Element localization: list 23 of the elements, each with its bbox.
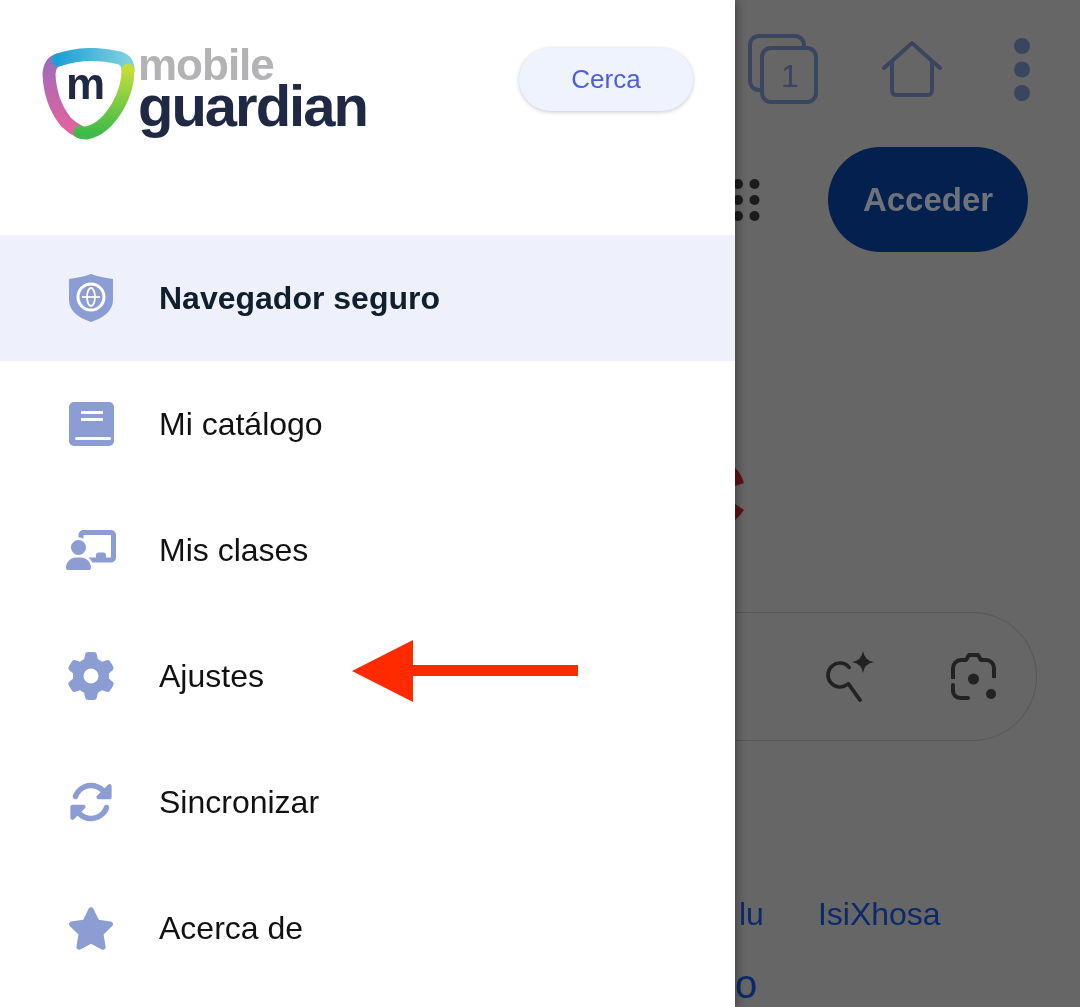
menu-item[interactable]: Mi catálogo — [0, 361, 735, 487]
menu-icon[interactable] — [1014, 37, 1030, 101]
logo-fragment — [735, 468, 744, 520]
logo-wordmark-top: mobile — [138, 48, 274, 82]
camera-lens-icon[interactable] — [950, 652, 997, 701]
tabs-icon — [748, 34, 818, 104]
shield-logo-icon — [42, 48, 135, 140]
shield-globe-icon — [69, 274, 113, 322]
book-icon — [68, 402, 114, 446]
logo-wordmark-bottom: guardian — [138, 84, 367, 140]
menu-item[interactable]: Mis clases — [0, 487, 735, 613]
menu-item[interactable]: Acerca de — [0, 865, 735, 991]
menu-item[interactable]: Sincronizar — [0, 739, 735, 865]
logo-letter: m — [66, 62, 105, 106]
close-button[interactable]: Cerca — [519, 48, 693, 111]
star-icon — [67, 906, 115, 950]
menu-item[interactable]: Navegador seguro — [0, 235, 735, 361]
apps-grid-icon[interactable] — [735, 178, 760, 221]
settings-icon — [67, 652, 115, 700]
home-icon[interactable] — [882, 40, 942, 98]
menu-item[interactable]: Ajustes — [0, 613, 735, 739]
sync-icon — [69, 780, 113, 824]
person-at-board-icon — [66, 530, 116, 570]
